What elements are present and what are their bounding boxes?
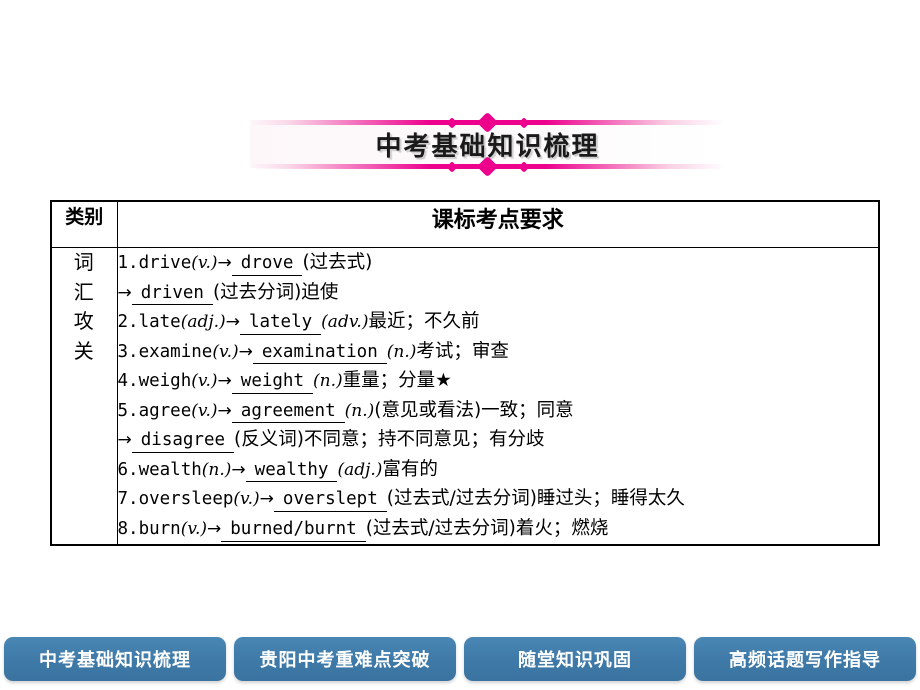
entry-answer[interactable]: agreement [231, 401, 345, 424]
entry-pos: (v.) [180, 518, 207, 539]
entry-number: 1. [117, 253, 139, 273]
entry-note: 最近；不久前 [368, 310, 480, 332]
vocabulary-table: 类别 课标考点要求 词 汇 攻 关 1.drive(v.)→ drove (过去式)… [50, 200, 880, 546]
entry-note: 考试；审查 [416, 340, 509, 362]
nav-tab-xiezuo-zhidao[interactable]: 高频话题写作指导 [694, 637, 916, 681]
entry-number: 5. [117, 400, 139, 421]
entry-note: (过去式/过去分词)睡过头；睡得太久 [386, 488, 685, 510]
entry-pos: (n.) [313, 371, 343, 392]
entry-pos: (adj.) [337, 459, 383, 480]
category-char: 关 [73, 338, 95, 363]
entry-pos: (v.) [191, 371, 218, 392]
category-char: 汇 [73, 279, 95, 304]
column-header-category: 类别 [50, 200, 118, 248]
vocab-entry: 3.examine(v.)→ examination (n.)考试；审查 [118, 337, 879, 367]
arrow-icon: → [207, 518, 222, 539]
category-char: 词 [73, 250, 95, 274]
entry-answer[interactable]: overslept [273, 489, 387, 512]
arrow-icon: → [225, 311, 240, 332]
entry-pos: (adv.) [321, 311, 369, 332]
entry-word: burn [138, 518, 181, 539]
column-header-requirement: 课标考点要求 [116, 200, 880, 248]
table-header-row: 类别 课标考点要求 [50, 200, 880, 248]
nav-tab-jichu-zhishi-shuli[interactable]: 中考基础知识梳理 [4, 637, 226, 681]
entry-answer[interactable]: driven [131, 283, 213, 306]
entry-answer[interactable]: wealthy [245, 460, 338, 483]
entry-number: 2. [117, 311, 139, 332]
entry-pos: (v.) [191, 253, 218, 273]
entry-answer[interactable]: disagree [131, 430, 235, 454]
entry-word: late [138, 311, 181, 332]
entry-word: oversleep [138, 489, 234, 510]
entry-note: (过去分词)迫使 [212, 281, 339, 303]
entry-number: 4. [117, 371, 139, 392]
entry-note: 富有的 [382, 458, 438, 480]
arrow-icon: → [217, 253, 232, 273]
arrow-icon: → [117, 430, 132, 451]
entry-word: drive [138, 253, 192, 273]
vocab-entry: 4.weigh(v.)→ weight (n.)重量；分量★ [118, 366, 879, 396]
entry-note: (过去式/过去分词)着火；燃烧 [365, 517, 609, 539]
banner-top-rule [250, 120, 725, 125]
entry-answer[interactable]: drove [231, 253, 303, 276]
entry-word: examine [138, 341, 213, 362]
page-title: 中考基础知识梳理 [375, 132, 600, 162]
entry-pos: (n.) [344, 400, 375, 421]
entry-answer[interactable]: lately [239, 312, 322, 335]
arrow-icon: → [231, 459, 246, 480]
arrow-icon: → [259, 489, 274, 510]
nav-tab-zhongnandian-tupo[interactable]: 贵阳中考重难点突破 [234, 637, 456, 681]
entry-pos: (v.) [212, 341, 239, 362]
vocab-entry: 2.late(adj.)→ lately (adv.)最近；不久前 [118, 307, 879, 337]
entry-note: (意见或看法)一致；同意 [374, 399, 574, 421]
vocab-entry: 8.burn(v.)→ burned/burnt (过去式/过去分词)着火；燃烧 [118, 514, 879, 544]
vocab-entry: 1.drive(v.)→ drove (过去式) [118, 248, 879, 278]
entry-pos: (v.) [191, 400, 218, 421]
entry-note: 重量；分量★ [342, 370, 452, 392]
vocab-entry: 5.agree(v.)→ agreement (n.)(意见或看法)一致；同意 [118, 396, 879, 426]
entry-note: (反义词)不同意；持不同意见；有分歧 [234, 429, 545, 451]
vocab-entry: 7.oversleep(v.)→ overslept (过去式/过去分词)睡过头；睡… [118, 484, 879, 514]
vocab-entry: 6.wealth(n.)→ wealthy (adj.)富有的 [118, 455, 879, 485]
entry-answer[interactable]: weight [231, 371, 313, 394]
entry-pos: (n.) [386, 341, 417, 362]
arrow-icon: → [217, 400, 232, 421]
category-char: 攻 [73, 309, 95, 334]
entry-word: agree [138, 400, 192, 421]
entry-number: 7. [117, 489, 139, 510]
category-cell: 词 汇 攻 关 [50, 246, 118, 546]
table-row: 词 汇 攻 关 1.drive(v.)→ drove (过去式) → driven (过… [50, 246, 880, 546]
vocab-entry-continued: → disagree (反义词)不同意；持不同意见；有分歧 [118, 425, 879, 454]
entry-pos: (adj.) [180, 311, 226, 332]
vocab-entry-continued: → driven (过去分词)迫使 [118, 278, 879, 307]
entry-pos: (v.) [233, 489, 260, 510]
entry-pos: (n.) [201, 459, 232, 480]
entry-answer[interactable]: examination [252, 342, 387, 365]
section-banner: 中考基础知识梳理 [250, 111, 725, 178]
entry-number: 6. [117, 459, 139, 480]
entry-number: 8. [117, 518, 139, 539]
arrow-icon: → [217, 371, 232, 392]
arrow-icon: → [117, 282, 132, 303]
nav-tab-suitang-gonggu[interactable]: 随堂知识巩固 [464, 637, 686, 681]
bottom-navigation: 中考基础知识梳理 贵阳中考重难点突破 随堂知识巩固 高频话题写作指导 [0, 628, 920, 690]
entry-answer[interactable]: burned/burnt [221, 519, 366, 542]
banner-bottom-rule [250, 164, 725, 169]
requirement-cell: 1.drive(v.)→ drove (过去式) → driven (过去分词)迫使 2… [116, 246, 880, 546]
entry-note: (过去式) [302, 252, 373, 273]
arrow-icon: → [238, 341, 253, 362]
entry-number: 3. [117, 341, 139, 362]
entry-word: wealth [138, 459, 202, 480]
category-label-vertical: 词 汇 攻 关 [74, 248, 95, 366]
entry-word: weigh [138, 371, 192, 392]
